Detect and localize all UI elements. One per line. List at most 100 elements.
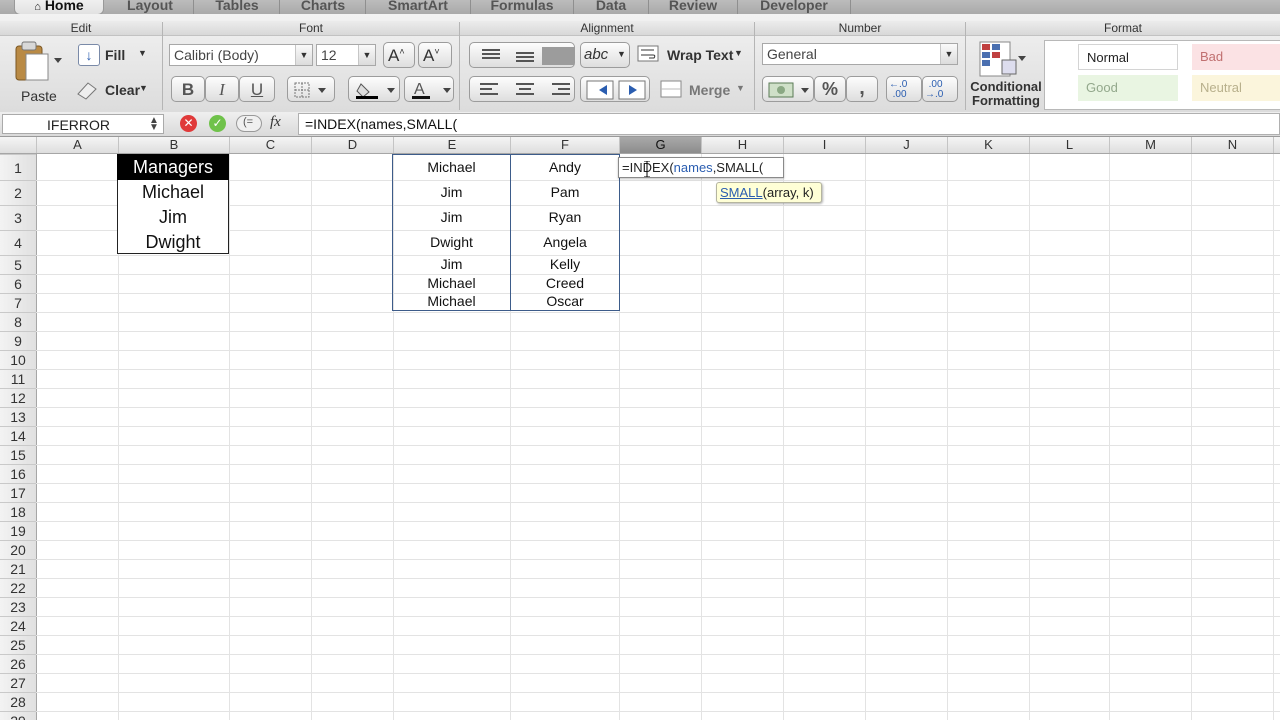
merge-button[interactable]: Merge bbox=[689, 82, 730, 98]
row-header-13[interactable]: 13 bbox=[0, 407, 36, 426]
row-header-14[interactable]: 14 bbox=[0, 426, 36, 445]
underline-button[interactable]: U bbox=[239, 76, 275, 102]
column-header-h[interactable]: H bbox=[701, 137, 783, 153]
name-cell-f[interactable]: Kelly bbox=[511, 255, 619, 274]
row-header-6[interactable]: 6 bbox=[0, 274, 36, 293]
tab-tables[interactable]: Tables bbox=[200, 0, 274, 14]
column-header-m[interactable]: M bbox=[1109, 137, 1191, 153]
confirm-icon[interactable]: ✓ bbox=[209, 115, 226, 132]
percent-button[interactable]: % bbox=[814, 76, 846, 102]
row-header-23[interactable]: 23 bbox=[0, 597, 36, 616]
style-normal[interactable]: Normal bbox=[1078, 44, 1178, 70]
tab-data[interactable]: Data bbox=[580, 0, 642, 14]
column-header-a[interactable]: A bbox=[36, 137, 118, 153]
column-header-c[interactable]: C bbox=[229, 137, 311, 153]
style-bad[interactable]: Bad bbox=[1192, 44, 1280, 70]
row-header-7[interactable]: 7 bbox=[0, 293, 36, 312]
row-header-15[interactable]: 15 bbox=[0, 445, 36, 464]
column-header-l[interactable]: L bbox=[1029, 137, 1109, 153]
row-header-26[interactable]: 26 bbox=[0, 654, 36, 673]
decrease-decimal-button[interactable]: .00 →.0 bbox=[922, 76, 958, 102]
chevron-down-icon[interactable]: ▼ bbox=[295, 45, 312, 65]
name-cell-e[interactable]: Michael bbox=[393, 154, 510, 180]
name-box[interactable]: IFERROR ▲ ▼ bbox=[2, 114, 164, 134]
row-header-12[interactable]: 12 bbox=[0, 388, 36, 407]
conditional-formatting-button[interactable]: Conditional Formatting bbox=[968, 80, 1044, 108]
vertical-align-group[interactable] bbox=[469, 42, 575, 68]
tab-review[interactable]: Review bbox=[655, 0, 731, 14]
row-header-4[interactable]: 4 bbox=[0, 230, 36, 255]
number-format-combo[interactable]: General ▼ bbox=[762, 43, 958, 65]
name-cell-e[interactable]: Jim bbox=[393, 255, 510, 274]
stepper-icon[interactable]: ▲ ▼ bbox=[149, 116, 159, 133]
column-header-i[interactable]: I bbox=[783, 137, 865, 153]
manager-cell[interactable]: Jim bbox=[117, 205, 229, 230]
indent-group[interactable] bbox=[580, 76, 650, 102]
clear-button[interactable]: Clear bbox=[105, 82, 140, 98]
name-cell-e[interactable]: Jim bbox=[393, 205, 510, 230]
column-header-o[interactable] bbox=[1273, 137, 1280, 153]
style-neutral[interactable]: Neutral bbox=[1192, 75, 1280, 101]
column-header-e[interactable]: E bbox=[393, 137, 510, 153]
row-header-9[interactable]: 9 bbox=[0, 331, 36, 350]
horizontal-align-group[interactable] bbox=[469, 76, 575, 102]
name-cell-f[interactable]: Ryan bbox=[511, 205, 619, 230]
name-cell-e[interactable]: Michael bbox=[393, 293, 510, 310]
manager-cell[interactable]: Dwight bbox=[117, 230, 229, 254]
increase-decimal-button[interactable]: ←.0 .00 bbox=[886, 76, 922, 102]
tab-charts[interactable]: Charts bbox=[286, 0, 360, 14]
row-header-16[interactable]: 16 bbox=[0, 464, 36, 483]
row-header-5[interactable]: 5 bbox=[0, 255, 36, 274]
chevron-down-icon[interactable]: ▼ bbox=[358, 45, 375, 65]
column-header-g[interactable]: G bbox=[619, 137, 701, 153]
column-header-d[interactable]: D bbox=[311, 137, 393, 153]
text-orientation-button[interactable]: abc ▼ bbox=[580, 42, 630, 68]
name-cell-f[interactable]: Oscar bbox=[511, 293, 619, 310]
name-cell-f[interactable]: Creed bbox=[511, 274, 619, 293]
row-header-11[interactable]: 11 bbox=[0, 369, 36, 388]
fx-icon[interactable]: fx bbox=[270, 114, 281, 131]
row-header-2[interactable]: 2 bbox=[0, 180, 36, 205]
formula-input[interactable]: =INDEX(names,SMALL( bbox=[298, 113, 1280, 135]
column-header-n[interactable]: N bbox=[1191, 137, 1273, 153]
row-header-20[interactable]: 20 bbox=[0, 540, 36, 559]
fill-color-button[interactable] bbox=[348, 76, 400, 102]
chevron-down-icon[interactable]: ▼ bbox=[940, 44, 957, 64]
clear-dropdown-icon[interactable]: ▼ bbox=[139, 83, 148, 93]
managers-header[interactable]: Managers bbox=[117, 154, 229, 180]
name-cell-f[interactable]: Andy bbox=[511, 154, 619, 180]
column-header-k[interactable]: K bbox=[947, 137, 1029, 153]
italic-button[interactable]: I bbox=[205, 76, 239, 102]
column-header-b[interactable]: B bbox=[118, 137, 229, 153]
style-good[interactable]: Good bbox=[1078, 75, 1178, 101]
tab-developer[interactable]: Developer bbox=[744, 0, 844, 14]
tab-home[interactable]: ⌂ Home bbox=[14, 0, 104, 14]
cell-editor[interactable]: =INDEX(names,SMALL( bbox=[618, 157, 784, 178]
tab-formulas[interactable]: Formulas bbox=[477, 0, 567, 14]
increase-font-button[interactable]: A˄ bbox=[383, 42, 415, 68]
row-header-18[interactable]: 18 bbox=[0, 502, 36, 521]
row-header-24[interactable]: 24 bbox=[0, 616, 36, 635]
bold-button[interactable]: B bbox=[171, 76, 205, 102]
manager-cell[interactable]: Michael bbox=[117, 180, 229, 205]
name-cell-f[interactable]: Angela bbox=[511, 230, 619, 255]
row-header-25[interactable]: 25 bbox=[0, 635, 36, 654]
row-header-27[interactable]: 27 bbox=[0, 673, 36, 692]
borders-button[interactable] bbox=[287, 76, 335, 102]
font-color-button[interactable]: A bbox=[404, 76, 454, 102]
font-name-combo[interactable]: Calibri (Body) ▼ bbox=[169, 44, 313, 66]
wrap-text-button[interactable]: Wrap Text bbox=[667, 47, 733, 63]
font-size-combo[interactable]: 12 ▼ bbox=[316, 44, 376, 66]
comma-button[interactable]: , bbox=[846, 76, 878, 102]
row-header-17[interactable]: 17 bbox=[0, 483, 36, 502]
row-header-22[interactable]: 22 bbox=[0, 578, 36, 597]
name-cell-f[interactable]: Pam bbox=[511, 180, 619, 205]
tab-layout[interactable]: Layout bbox=[110, 0, 190, 14]
formula-builder-icon[interactable]: (= bbox=[236, 115, 262, 132]
row-header-3[interactable]: 3 bbox=[0, 205, 36, 230]
row-header-21[interactable]: 21 bbox=[0, 559, 36, 578]
column-header-f[interactable]: F bbox=[510, 137, 619, 153]
row-header-28[interactable]: 28 bbox=[0, 692, 36, 711]
tab-smartart[interactable]: SmartArt bbox=[372, 0, 464, 14]
tooltip-function-link[interactable]: SMALL bbox=[720, 185, 763, 200]
